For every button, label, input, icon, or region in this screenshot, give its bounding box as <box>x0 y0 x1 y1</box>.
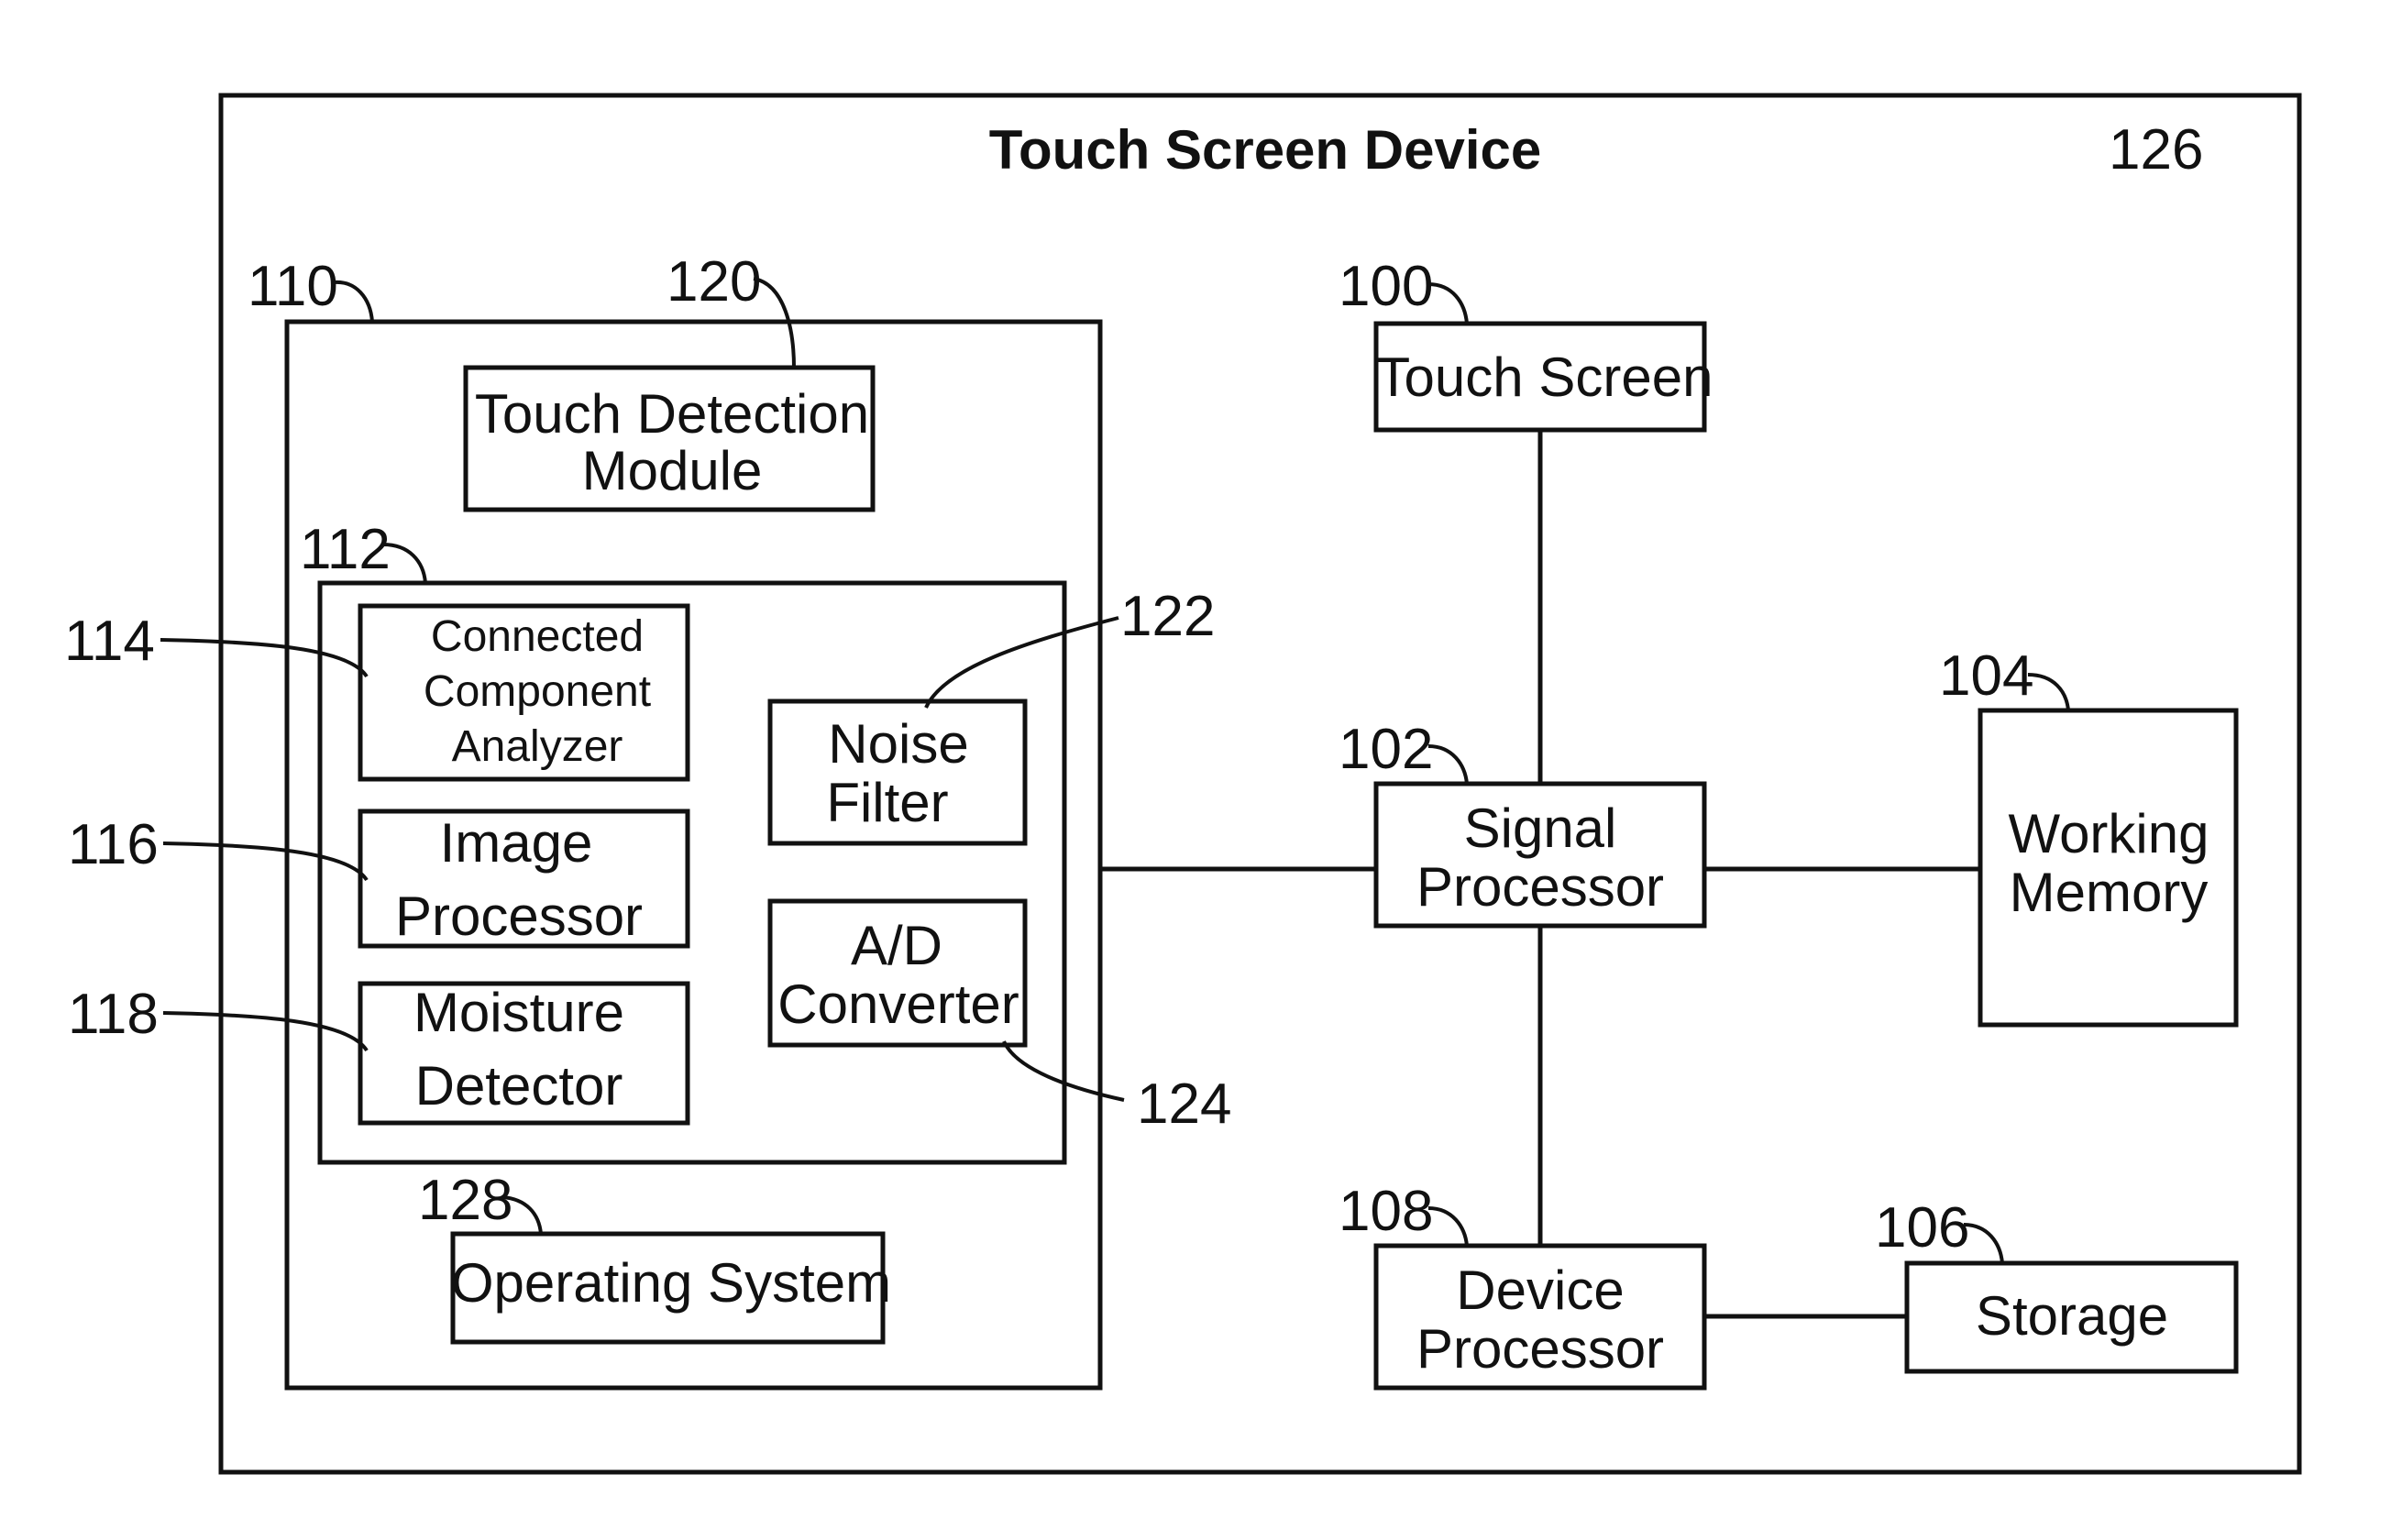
touch-detection-line2: Module <box>582 440 763 501</box>
device-processor-line1: Device <box>1456 1260 1624 1321</box>
ref-110: 110 <box>248 255 338 318</box>
noise-filter-line2: Filter <box>826 772 948 833</box>
working-memory-line1: Working <box>2009 803 2209 864</box>
signal-processor-line2: Processor <box>1416 856 1664 918</box>
block-diagram: Touch Screen Device 126 110 Touch Detect… <box>64 93 2302 1475</box>
ref-104: 104 <box>1939 644 2033 708</box>
working-memory-line2: Memory <box>2010 862 2209 923</box>
ref-106: 106 <box>1875 1196 1969 1260</box>
image-processor-line1: Image <box>440 812 593 874</box>
touch-detection-line1: Touch Detection <box>475 383 869 445</box>
ref-112: 112 <box>300 518 391 581</box>
moisture-detector-line2: Detector <box>415 1055 623 1116</box>
ref-108: 108 <box>1339 1180 1433 1243</box>
ref-128: 128 <box>418 1169 512 1232</box>
ref-102: 102 <box>1339 718 1433 781</box>
ref-100: 100 <box>1339 255 1433 318</box>
moisture-detector-line1: Moisture <box>413 982 624 1043</box>
cca-line3: Analyzer <box>452 722 623 771</box>
ad-converter-line2: Converter <box>777 974 1019 1035</box>
ref-116: 116 <box>68 813 159 876</box>
cca-line1: Connected <box>431 612 644 661</box>
ref-126: 126 <box>2109 118 2203 182</box>
ref-114: 114 <box>64 610 155 673</box>
device-processor-line2: Processor <box>1416 1318 1664 1380</box>
image-processor-line2: Processor <box>395 886 643 947</box>
ref-124: 124 <box>1137 1072 1231 1136</box>
operating-system-label: Operating System <box>451 1252 891 1314</box>
touch-screen-label: Touch Screen <box>1377 346 1713 408</box>
signal-processor-line1: Signal <box>1464 798 1617 859</box>
figure-title: Touch Screen Device <box>989 119 1541 181</box>
ref-120: 120 <box>667 250 761 314</box>
storage-label: Storage <box>1976 1285 2168 1347</box>
ref-118: 118 <box>68 983 159 1046</box>
noise-filter-line1: Noise <box>828 713 968 775</box>
ref-122: 122 <box>1120 585 1215 648</box>
cca-line2: Component <box>424 667 651 716</box>
ad-converter-line1: A/D <box>851 915 942 976</box>
